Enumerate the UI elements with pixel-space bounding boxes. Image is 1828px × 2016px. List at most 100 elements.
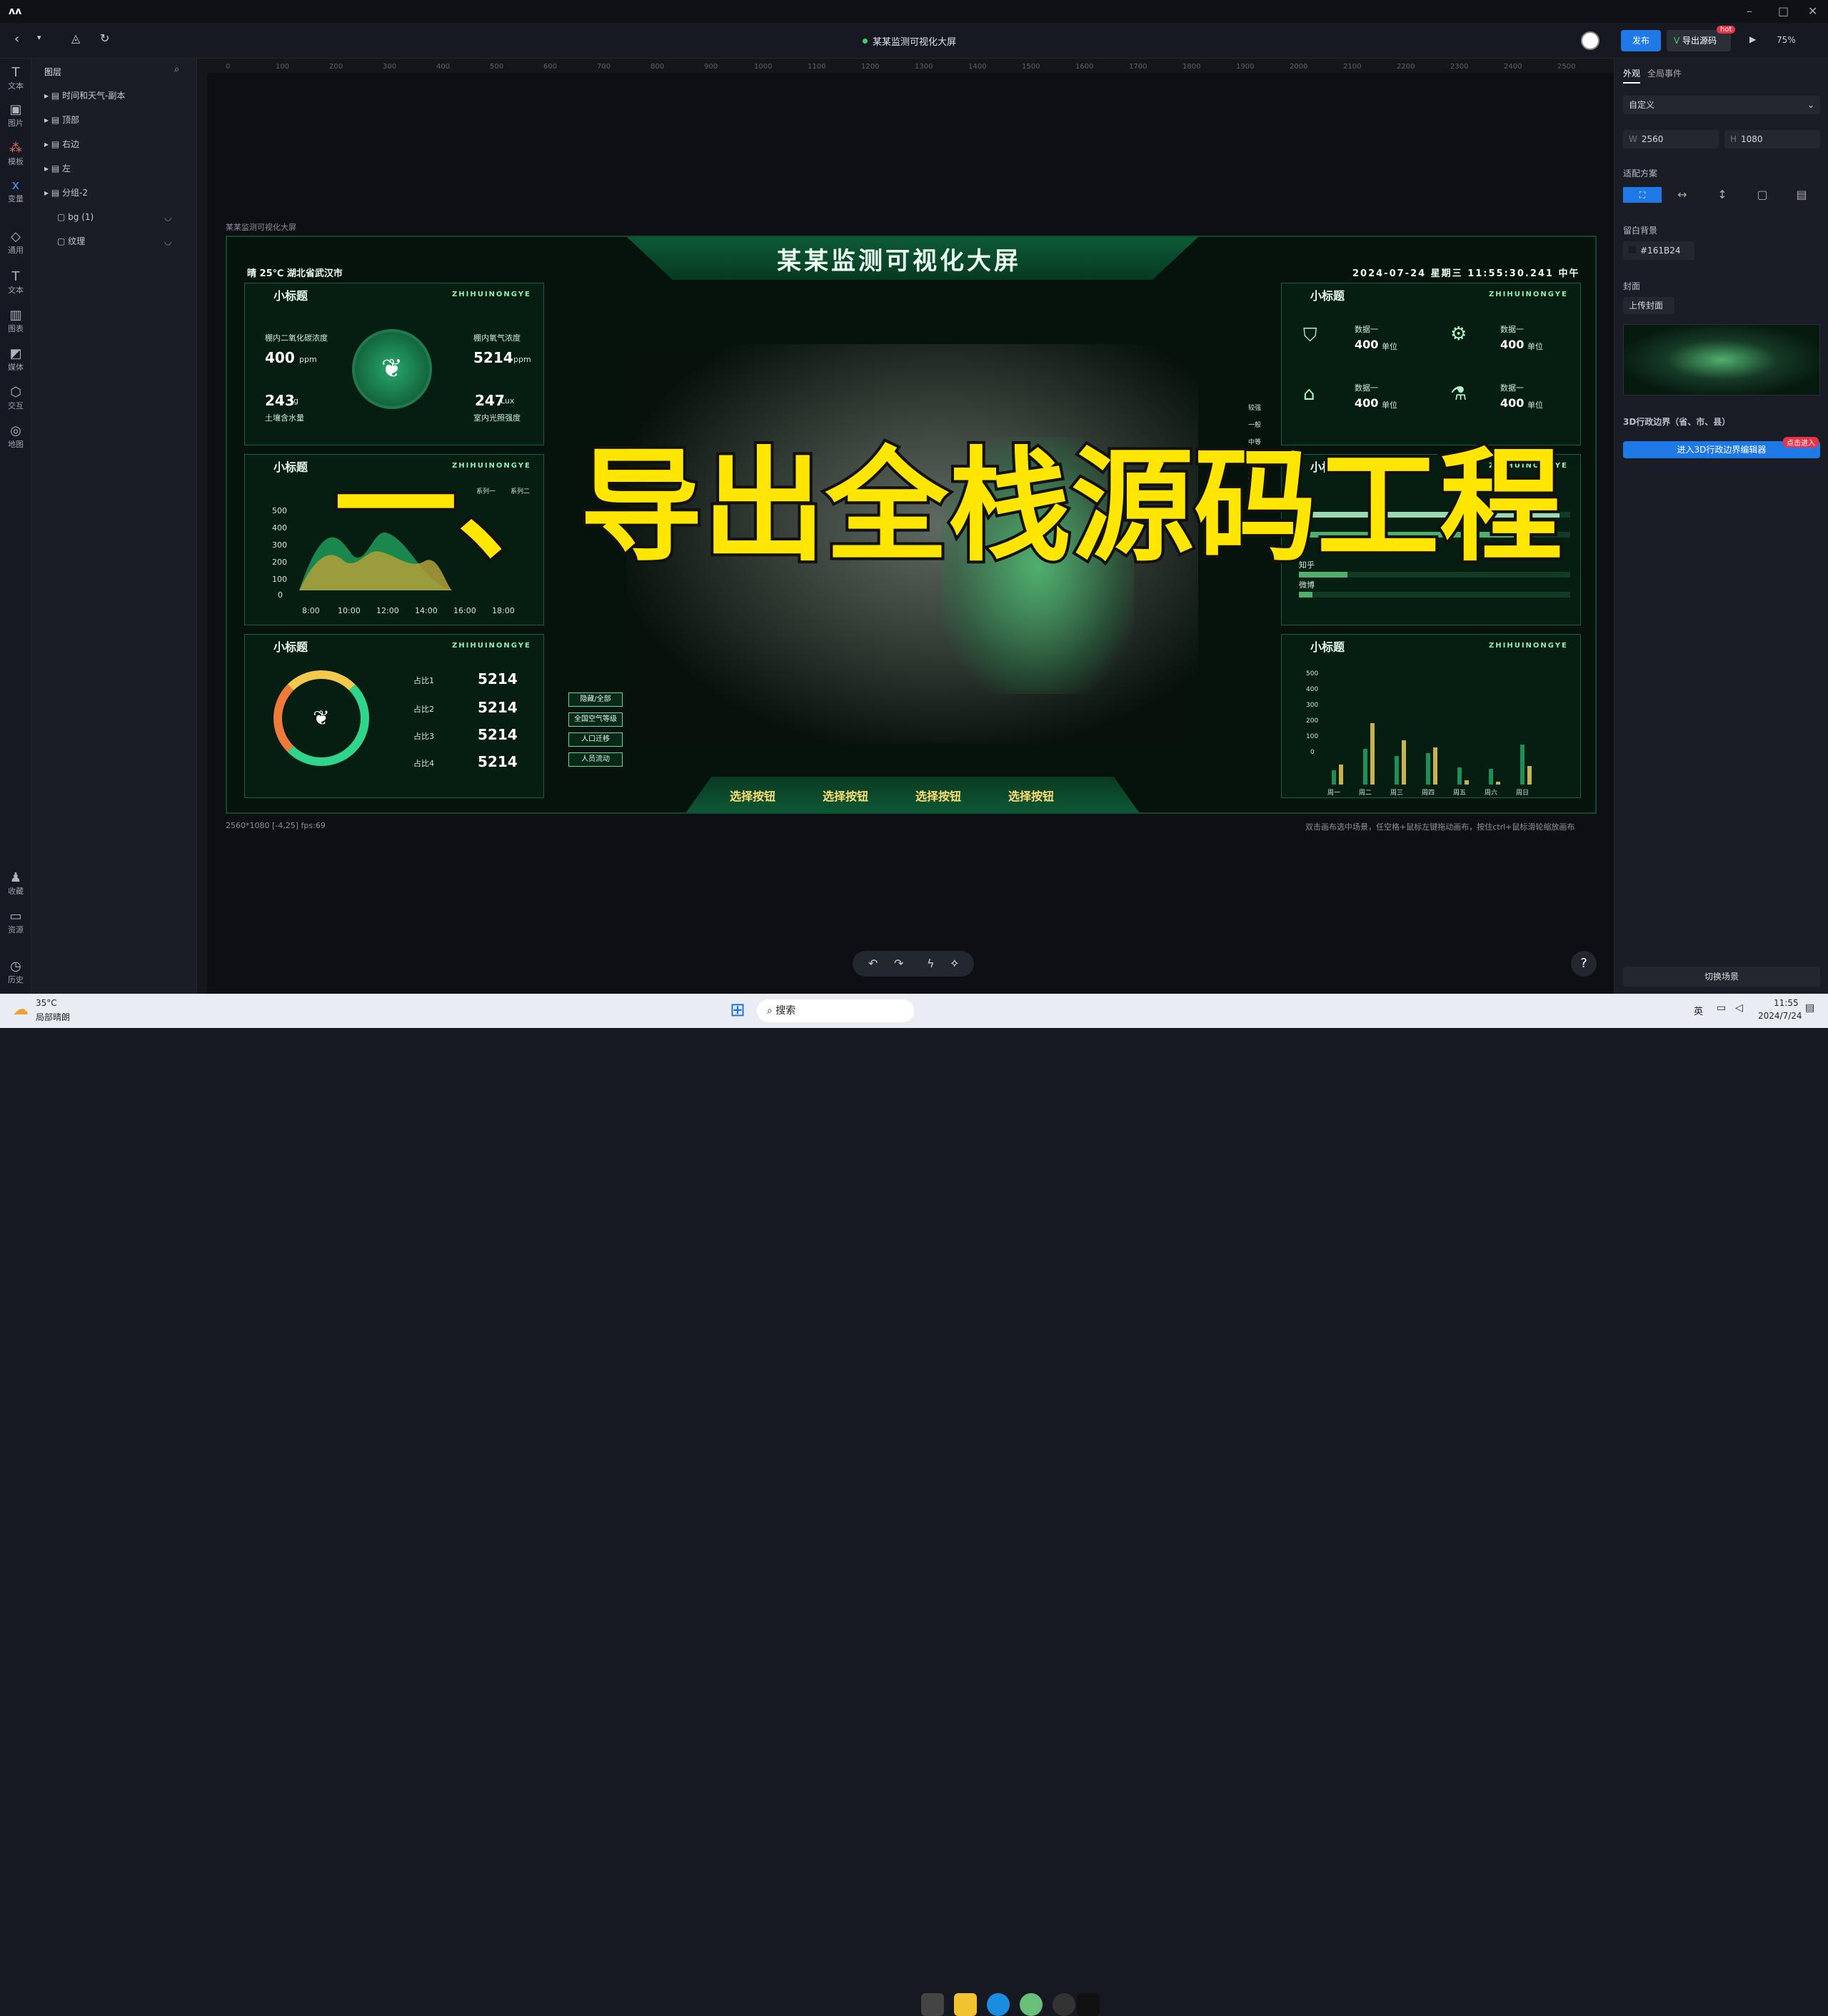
tool-media[interactable]: ◩ 媒体 <box>0 347 31 373</box>
metric-unit: g <box>293 396 298 405</box>
lang-indicator[interactable]: 英 <box>1694 1004 1703 1017</box>
volume-icon[interactable]: ◁ <box>1735 1002 1743 1014</box>
tool-resources[interactable]: ▭ 资源 <box>0 909 31 935</box>
tool-map[interactable]: ◎ 地图 <box>0 424 31 450</box>
bar <box>1496 782 1500 785</box>
edge-icon[interactable] <box>987 1993 1010 2016</box>
ratio-value: 5214 <box>478 753 518 770</box>
help-icon[interactable]: ? <box>1571 951 1597 977</box>
browser-icon[interactable] <box>1020 1993 1043 2016</box>
switch-scene-button[interactable]: 切换场景 <box>1623 967 1820 987</box>
weather-desc: 局部晴朗 <box>36 1012 71 1022</box>
taskbar-search[interactable]: ⌕ 搜索 <box>757 999 914 1022</box>
layer-item[interactable]: ▸ ▤ 分组-2 <box>44 186 88 200</box>
bg-color-field[interactable]: #161B24 <box>1623 241 1694 260</box>
tool-text-2[interactable]: T 文本 <box>0 270 31 296</box>
ruler-tick: 2100 <box>1343 63 1362 71</box>
map-button[interactable]: 人口迁移 <box>568 732 623 747</box>
fit-width-icon[interactable]: ↔ <box>1663 187 1702 203</box>
map-button[interactable]: 全国空气等级 <box>568 712 623 727</box>
taskview-icon[interactable] <box>921 1993 944 2016</box>
zoom-select[interactable]: 75% <box>1777 35 1796 45</box>
explorer-icon[interactable] <box>954 1993 977 2016</box>
x-tick: 14:00 <box>415 606 438 615</box>
x-tick: 周日 <box>1516 790 1530 797</box>
bar <box>1489 769 1493 785</box>
boundary-button-label: 进入3D行政边界编辑器 <box>1677 445 1767 455</box>
lightning-icon[interactable]: ϟ <box>927 957 935 970</box>
x-tick: 16:00 <box>453 606 476 615</box>
layer-item[interactable]: ▢ 纹理 ◡ <box>57 234 171 248</box>
map-button[interactable]: 隐藏/全部 <box>568 692 623 707</box>
bar <box>1363 749 1367 785</box>
tool-text[interactable]: T 文本 <box>0 66 31 91</box>
close-icon[interactable]: ✕ <box>1808 4 1817 18</box>
maximize-icon[interactable]: □ <box>1778 4 1789 18</box>
cover-label: 封面 <box>1623 281 1641 291</box>
settings-icon[interactable]: ✧ <box>950 957 959 970</box>
favorites-icon: ♟ <box>9 870 22 885</box>
tool-general[interactable]: ◇ 通用 <box>0 230 31 256</box>
search-icon[interactable]: ⌕ <box>174 64 179 75</box>
visibility-icon[interactable]: ◡ <box>164 210 171 224</box>
layer-item[interactable]: ▸ ▤ 右边 <box>44 137 79 151</box>
select-button[interactable]: 选择按钮 <box>823 787 868 804</box>
tool-favorites[interactable]: ♟ 收藏 <box>0 871 31 897</box>
refresh-icon[interactable]: ↻ <box>100 31 109 45</box>
map-button[interactable]: 人员流动 <box>568 752 623 767</box>
layer-item[interactable]: ▸ ▤ 顶部 <box>44 113 79 127</box>
variable-icon: x <box>11 178 20 193</box>
notification-icon[interactable]: ▤ <box>1805 1002 1814 1014</box>
publish-button[interactable]: 发布 <box>1621 30 1661 51</box>
theme-icon[interactable]: ◬ <box>71 31 80 45</box>
image-icon: ▣ <box>9 102 22 117</box>
card-subtitle: ZHIHUINONGYE <box>1489 291 1568 298</box>
height-field[interactable]: H 1080 <box>1724 130 1820 148</box>
layer-item[interactable]: ▢ bg (1) ◡ <box>57 210 171 224</box>
layer-item[interactable]: ▸ ▤ 时间和天气-副本 <box>44 89 125 103</box>
dropdown-icon[interactable]: ▾ <box>37 33 41 42</box>
tool-interaction[interactable]: ⬡ 交互 <box>0 385 31 411</box>
y-tick: 500 <box>272 506 287 515</box>
tool-history[interactable]: ◷ 历史 <box>0 959 31 985</box>
tool-label: 地图 <box>8 440 24 449</box>
avatar[interactable] <box>1581 31 1600 50</box>
fit-contain-icon[interactable]: ▢ <box>1743 187 1782 203</box>
select-button[interactable]: 选择按钮 <box>730 787 775 804</box>
redo-icon[interactable]: ↷ <box>894 957 903 970</box>
app-icon[interactable] <box>1077 1993 1100 2016</box>
rank-bar <box>1299 592 1570 598</box>
y-tick: 200 <box>1306 717 1319 725</box>
windows-start-icon[interactable]: ⊞ <box>730 999 745 1021</box>
tool-template[interactable]: ⁂ 模板 <box>0 141 31 167</box>
tool-variable[interactable]: x 变量 <box>0 178 31 204</box>
fit-full-icon[interactable]: ⛶ <box>1623 187 1662 203</box>
cover-thumbnail[interactable] <box>1623 324 1820 395</box>
recorder-icon[interactable] <box>1053 1993 1075 2016</box>
preset-select[interactable]: 自定义 ⌄ <box>1623 96 1820 114</box>
tool-chart[interactable]: ▥ 图表 <box>0 308 31 334</box>
upload-cover-button[interactable]: 上传封面 <box>1623 297 1674 314</box>
ruler-tick: 2300 <box>1450 63 1469 71</box>
minimize-icon[interactable]: – <box>1747 4 1752 18</box>
tab-global-events[interactable]: 全局事件 <box>1647 67 1682 79</box>
data-card: 小标题 ZHIHUINONGYE ⛉ 数据一 400 单位 ⚙ 数据一 400 … <box>1281 283 1581 445</box>
fit-none-icon[interactable]: ▤ <box>1783 187 1820 203</box>
bg-color-value: #161B24 <box>1640 246 1681 256</box>
ruler-top: 0 100 200 300 400 500 600 700 800 900 10… <box>197 59 1614 73</box>
back-icon[interactable]: ‹ <box>14 31 19 46</box>
fit-height-icon[interactable]: ↕ <box>1703 187 1742 203</box>
network-icon[interactable]: ▭ <box>1717 1002 1726 1014</box>
select-button[interactable]: 选择按钮 <box>915 787 961 804</box>
width-field[interactable]: W 2560 <box>1623 130 1719 148</box>
visibility-icon[interactable]: ◡ <box>164 234 171 248</box>
play-icon[interactable]: ▶ <box>1749 34 1756 44</box>
map-legend-item: 一般 <box>1248 422 1262 429</box>
undo-icon[interactable]: ↶ <box>868 957 878 970</box>
layer-item[interactable]: ▸ ▤ 左 <box>44 161 71 176</box>
metric-value: 243 <box>265 392 295 409</box>
ruler-tick: 2500 <box>1557 63 1576 71</box>
select-button[interactable]: 选择按钮 <box>1008 787 1054 804</box>
tool-image[interactable]: ▣ 图片 <box>0 103 31 128</box>
tab-appearance[interactable]: 外观 <box>1623 67 1641 84</box>
